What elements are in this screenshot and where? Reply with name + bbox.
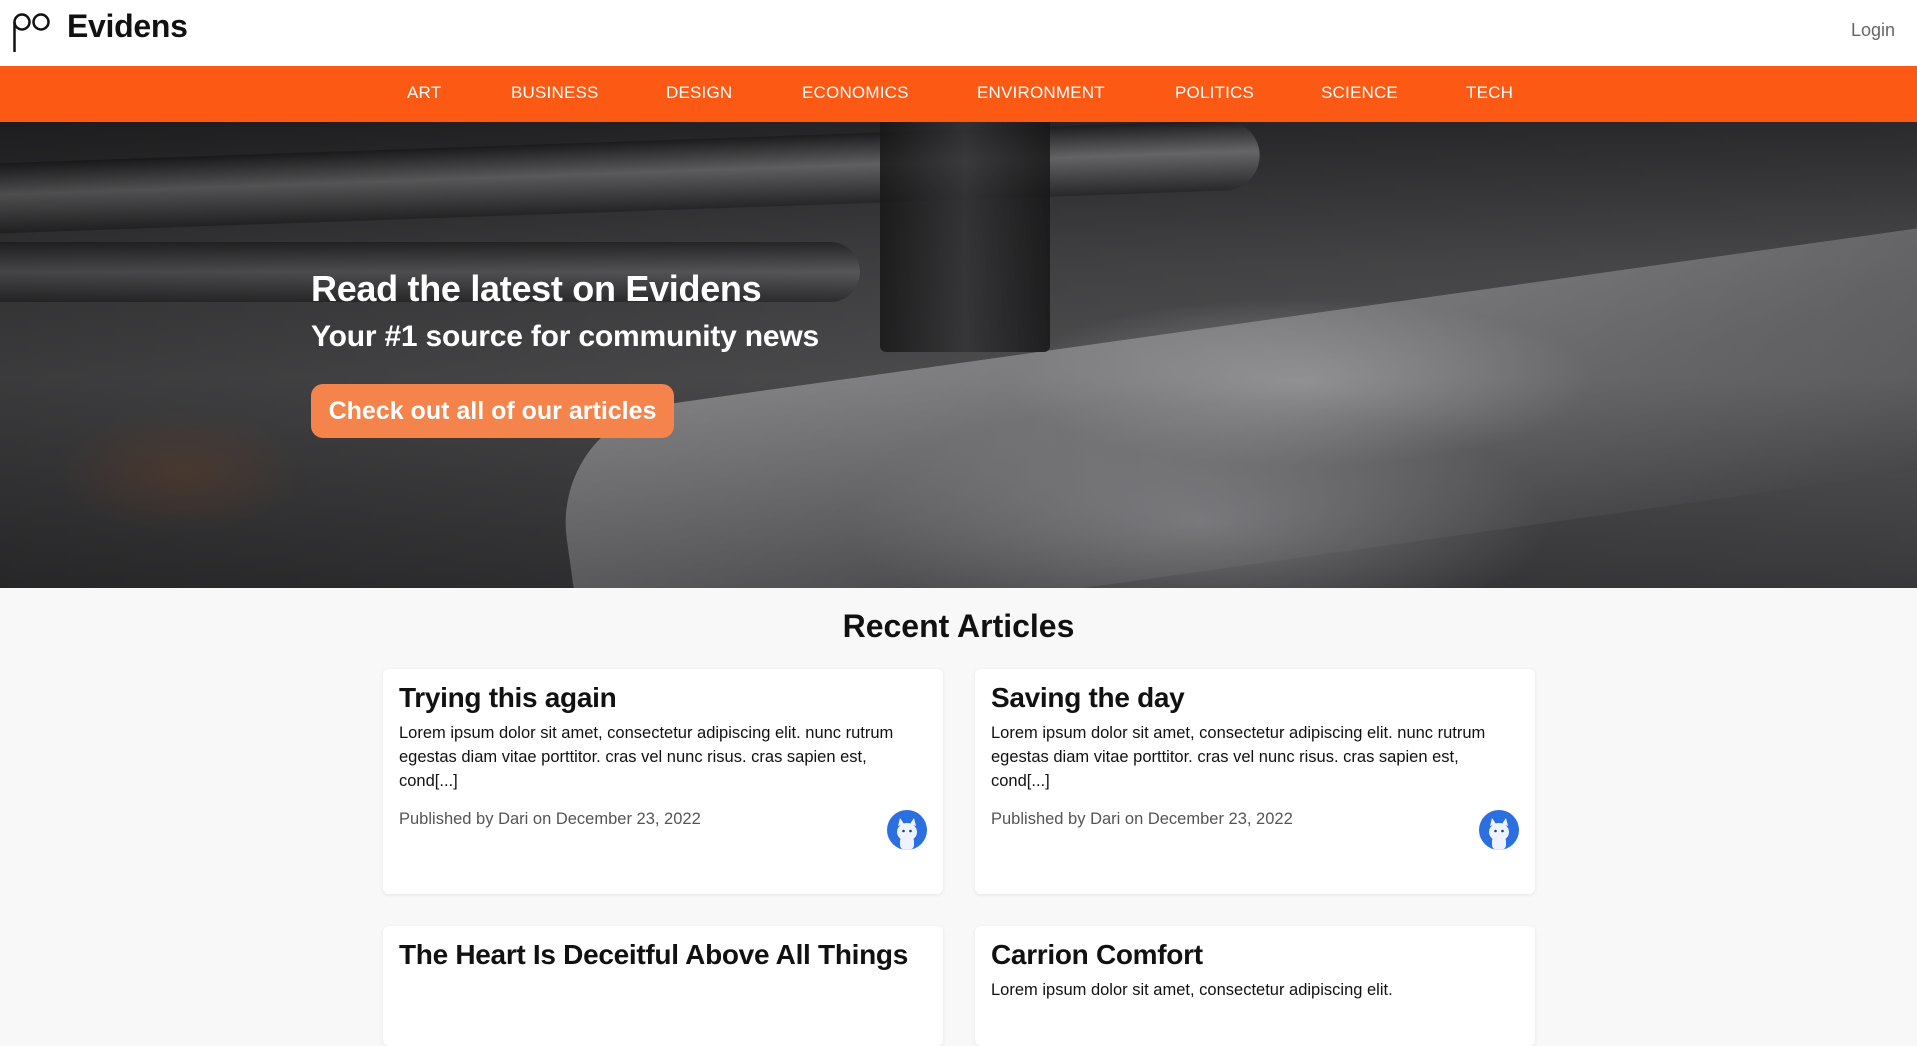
article-meta: Published by Dari on December 23, 2022 <box>399 810 701 828</box>
nav-item-science[interactable]: SCIENCE <box>1321 83 1398 103</box>
all-articles-button[interactable]: Check out all of our articles <box>311 384 674 438</box>
article-title[interactable]: The Heart Is Deceitful Above All Things <box>399 940 927 969</box>
article-title[interactable]: Trying this again <box>399 683 927 712</box>
hero-banner: Read the latest on Evidens Your #1 sourc… <box>0 122 1917 588</box>
nav-item-art[interactable]: ART <box>407 83 441 103</box>
top-header: Evidens Login <box>0 0 1917 66</box>
category-nav: ART BUSINESS DESIGN ECONOMICS ENVIRONMEN… <box>0 66 1917 122</box>
hero-subtitle: Your #1 source for community news <box>311 320 819 353</box>
nav-item-politics[interactable]: POLITICS <box>1175 83 1254 103</box>
article-title[interactable]: Carrion Comfort <box>991 940 1519 969</box>
article-card[interactable]: Saving the day Lorem ipsum dolor sit ame… <box>975 669 1535 894</box>
nav-item-design[interactable]: DESIGN <box>666 83 732 103</box>
article-card[interactable]: Carrion Comfort Lorem ipsum dolor sit am… <box>975 926 1535 1046</box>
article-excerpt: Lorem ipsum dolor sit amet, consectetur … <box>991 981 1393 999</box>
nav-item-tech[interactable]: TECH <box>1466 83 1513 103</box>
cat-avatar-icon[interactable] <box>1479 810 1519 850</box>
article-meta: Published by Dari on December 23, 2022 <box>991 810 1293 828</box>
hero-shade-overlay <box>0 122 1917 588</box>
cat-avatar-icon[interactable] <box>887 810 927 850</box>
nav-item-environment[interactable]: ENVIRONMENT <box>977 83 1105 103</box>
brand-name[interactable]: Evidens <box>67 8 188 45</box>
article-card[interactable]: Trying this again Lorem ipsum dolor sit … <box>383 669 943 894</box>
login-link[interactable]: Login <box>1851 20 1895 41</box>
article-card[interactable]: The Heart Is Deceitful Above All Things <box>383 926 943 1046</box>
article-excerpt: Lorem ipsum dolor sit amet, consectetur … <box>399 724 894 790</box>
evidens-logo-icon[interactable] <box>12 10 52 54</box>
recent-articles-heading: Recent Articles <box>842 608 1075 644</box>
hero-title: Read the latest on Evidens <box>311 268 762 309</box>
article-title[interactable]: Saving the day <box>991 683 1519 712</box>
nav-item-economics[interactable]: ECONOMICS <box>802 83 909 103</box>
article-excerpt: Lorem ipsum dolor sit amet, consectetur … <box>991 724 1486 790</box>
nav-item-business[interactable]: BUSINESS <box>511 83 599 103</box>
